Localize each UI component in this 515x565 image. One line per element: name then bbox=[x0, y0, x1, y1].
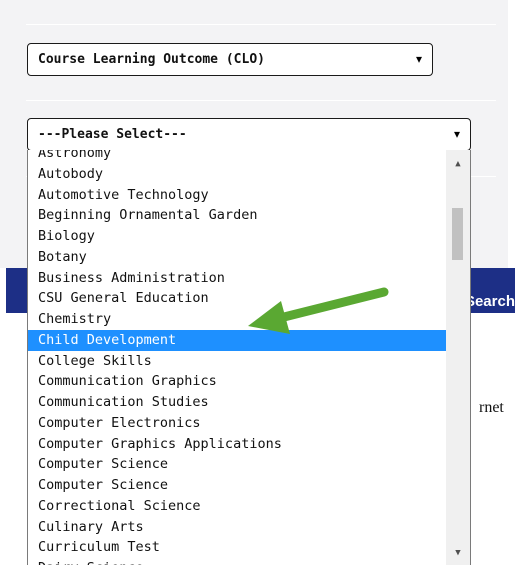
dropdown-option[interactable]: Botany bbox=[28, 247, 446, 268]
dropdown-option[interactable]: Astronomy bbox=[28, 150, 446, 164]
dropdown-option[interactable]: Computer Electronics bbox=[28, 413, 446, 434]
scrollbar-thumb[interactable] bbox=[452, 208, 463, 260]
panel-divider bbox=[26, 24, 496, 25]
dropdown-option[interactable]: Autobody bbox=[28, 164, 446, 185]
dropdown-option[interactable]: Business Administration bbox=[28, 268, 446, 289]
dropdown-option[interactable]: Correctional Science bbox=[28, 496, 446, 517]
dropdown-option[interactable]: Culinary Arts bbox=[28, 517, 446, 538]
partial-text: rnet bbox=[479, 399, 504, 416]
dropdown-option[interactable]: Communication Studies bbox=[28, 392, 446, 413]
scroll-up-icon[interactable]: ▲ bbox=[446, 154, 470, 174]
subject-select-value: ---Please Select--- bbox=[38, 127, 187, 142]
dropdown-option[interactable]: Computer Graphics Applications bbox=[28, 434, 446, 455]
dropdown-option[interactable]: Curriculum Test bbox=[28, 537, 446, 558]
dropdown-option[interactable]: Automotive Technology bbox=[28, 185, 446, 206]
chevron-down-icon: ▼ bbox=[415, 54, 422, 65]
dropdown-option[interactable]: Beginning Ornamental Garden bbox=[28, 205, 446, 226]
dropdown-option[interactable]: Communication Graphics bbox=[28, 371, 446, 392]
chevron-down-icon: ▼ bbox=[453, 129, 460, 140]
dropdown-option[interactable]: Computer Science bbox=[28, 454, 446, 475]
dropdown-option[interactable]: Computer Science bbox=[28, 475, 446, 496]
subject-dropdown-list[interactable]: Astronomy Autobody Automotive Technology Be… bbox=[27, 150, 471, 565]
outcome-type-value: Course Learning Outcome (CLO) bbox=[38, 52, 265, 67]
dropdown-option[interactable]: College Skills bbox=[28, 351, 446, 372]
search-button[interactable]: Search bbox=[465, 293, 515, 310]
dropdown-options: Astronomy Autobody Automotive Technology Be… bbox=[28, 150, 446, 565]
dropdown-option[interactable]: Dairy Science bbox=[28, 558, 446, 565]
dropdown-option[interactable]: Biology bbox=[28, 226, 446, 247]
dropdown-option[interactable]: CSU General Education bbox=[28, 288, 446, 309]
subject-select[interactable]: ---Please Select--- ▼ bbox=[27, 118, 471, 151]
outcome-type-select[interactable]: Course Learning Outcome (CLO) ▼ bbox=[27, 43, 433, 76]
dropdown-option[interactable]: Chemistry bbox=[28, 309, 446, 330]
dropdown-scrollbar[interactable]: ▲ ▼ bbox=[446, 150, 470, 565]
scroll-down-icon[interactable]: ▼ bbox=[446, 543, 470, 563]
panel-divider bbox=[26, 100, 496, 101]
dropdown-option[interactable]: Child Development bbox=[28, 329, 446, 351]
